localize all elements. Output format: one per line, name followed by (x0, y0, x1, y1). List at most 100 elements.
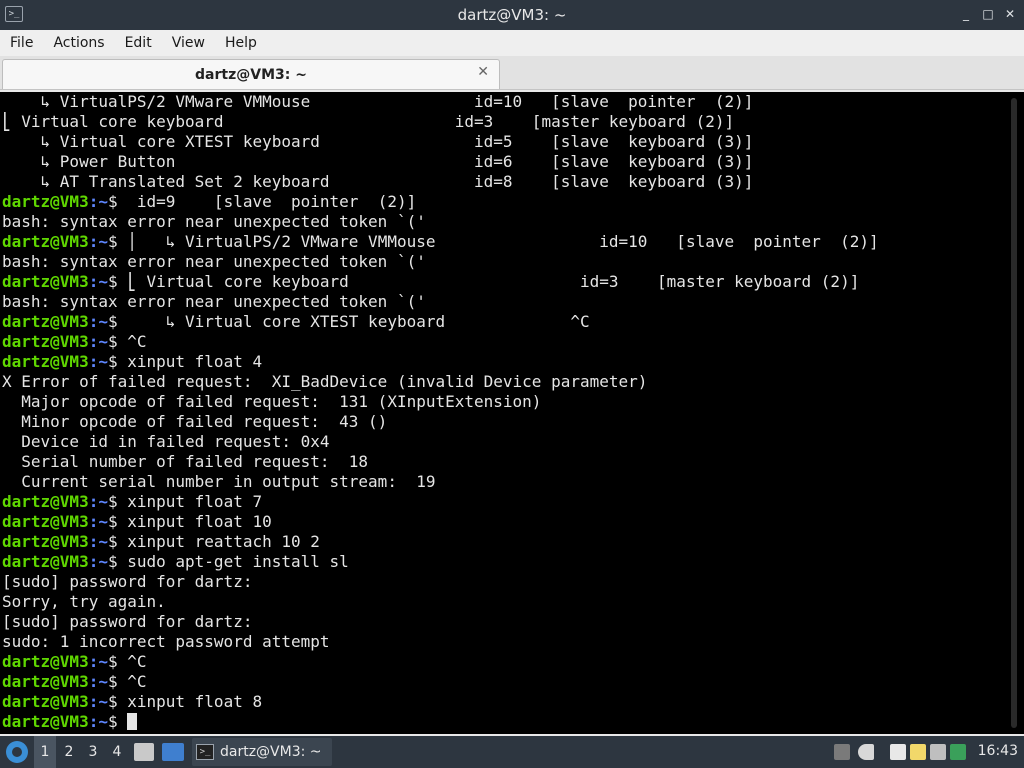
line-text: ↳ VirtualPS/2 VMware VMMouse id=10 [slav… (2, 92, 754, 111)
terminal-output-line: Minor opcode of failed request: 43 () (2, 412, 1000, 432)
line-text: $ (107, 712, 128, 731)
line-text: $ ⎣ Virtual core keyboard id=3 [master k… (107, 272, 860, 291)
update-icon[interactable] (950, 744, 966, 760)
prompt-path: :~ (88, 332, 108, 351)
window-titlebar[interactable]: >_ dartz@VM3: ~ _ □ ✕ (0, 0, 1024, 30)
terminal-output-line: ↳ Power Button id=6 [slave keyboard (3)] (2, 152, 1000, 172)
taskbar-terminal-button[interactable]: >_ dartz@VM3: ~ (192, 738, 332, 766)
line-text: $ xinput float 4 (107, 352, 263, 371)
notes-icon[interactable] (910, 744, 926, 760)
prompt-user: dartz@VM3 (2, 512, 89, 531)
terminal-prompt-line: dartz@VM3:~$ ^C (2, 672, 1000, 692)
prompt-path: :~ (88, 712, 108, 731)
menu-edit[interactable]: Edit (115, 35, 162, 51)
prompt-user: dartz@VM3 (2, 492, 89, 511)
workspace-2-button[interactable]: 2 (58, 736, 80, 768)
prompt-user: dartz@VM3 (2, 712, 89, 731)
prompt-user: dartz@VM3 (2, 352, 89, 371)
system-tray: 16:43 (824, 736, 1024, 768)
line-text: Minor opcode of failed request: 43 () (2, 412, 388, 431)
prompt-path: :~ (88, 492, 108, 511)
prompt-path: :~ (88, 552, 108, 571)
window-title: dartz@VM3: ~ (457, 6, 567, 24)
line-text: $ xinput float 8 (107, 692, 263, 711)
clipboard-icon[interactable] (890, 744, 906, 760)
terminal-prompt-line: dartz@VM3:~$ xinput reattach 10 2 (2, 532, 1000, 552)
media-player-icon[interactable] (834, 744, 850, 760)
close-button[interactable]: ✕ (1002, 7, 1018, 21)
terminal-prompt-line: dartz@VM3:~$ xinput float 10 (2, 512, 1000, 532)
terminal-output-line: [sudo] password for dartz: (2, 612, 1000, 632)
taskbar: 1 2 3 4 >_ dartz@VM3: ~ 16:43 (0, 736, 1024, 768)
terminal-scrollbar[interactable] (1002, 92, 1024, 734)
line-text: $ ^C (107, 672, 147, 691)
prompt-path: :~ (88, 232, 108, 251)
workspace-1-button[interactable]: 1 (34, 736, 56, 768)
terminal-prompt-line: dartz@VM3:~$ │ ↳ VirtualPS/2 VMware VMMo… (2, 232, 1000, 252)
line-text: sudo: 1 incorrect password attempt (2, 632, 330, 651)
line-text: Sorry, try again. (2, 592, 166, 611)
terminal-output-line: ↳ AT Translated Set 2 keyboard id=8 [sla… (2, 172, 1000, 192)
terminal-output[interactable]: ↳ VirtualPS/2 VMware VMMouse id=10 [slav… (0, 92, 1024, 734)
menu-view[interactable]: View (162, 35, 215, 51)
terminal-output-line: sudo: 1 incorrect password attempt (2, 632, 1000, 652)
line-text: $ xinput float 7 (107, 492, 263, 511)
line-text: $ ↳ Virtual core XTEST keyboard ^C (107, 312, 590, 331)
line-text: bash: syntax error near unexpected token… (2, 252, 426, 271)
scrollbar-thumb[interactable] (1011, 98, 1017, 728)
menu-help[interactable]: Help (215, 35, 267, 51)
line-text: X Error of failed request: XI_BadDevice … (2, 372, 648, 391)
terminal-output-line: bash: syntax error near unexpected token… (2, 252, 1000, 272)
line-text: Current serial number in output stream: … (2, 472, 436, 491)
line-text: ↳ AT Translated Set 2 keyboard id=8 [sla… (2, 172, 754, 191)
prompt-user: dartz@VM3 (2, 272, 89, 291)
line-text: $ sudo apt-get install sl (107, 552, 349, 571)
terminal-prompt-line: dartz@VM3:~$ ^C (2, 332, 1000, 352)
clock: 16:43 (977, 743, 1018, 759)
menu-file[interactable]: File (0, 35, 43, 51)
prompt-user: dartz@VM3 (2, 232, 89, 251)
prompt-path: :~ (88, 672, 108, 691)
taskbar-task-label: dartz@VM3: ~ (220, 744, 322, 760)
terminal-output-line: Device id in failed request: 0x4 (2, 432, 1000, 452)
line-text: ↳ Power Button id=6 [slave keyboard (3)] (2, 152, 754, 171)
tab-label: dartz@VM3: ~ (195, 67, 307, 83)
prompt-path: :~ (88, 532, 108, 551)
start-menu-icon[interactable] (6, 741, 28, 763)
line-text: ⎣ Virtual core keyboard id=3 [master key… (2, 112, 735, 131)
terminal-prompt-line: dartz@VM3:~$ ↳ Virtual core XTEST keyboa… (2, 312, 1000, 332)
terminal-lines: ↳ VirtualPS/2 VMware VMMouse id=10 [slav… (2, 92, 1000, 732)
prompt-user: dartz@VM3 (2, 192, 89, 211)
tab-close-icon[interactable]: ✕ (477, 64, 489, 80)
menubar: File Actions Edit View Help (0, 30, 1024, 56)
line-text: $ xinput reattach 10 2 (107, 532, 320, 551)
maximize-button[interactable]: □ (980, 7, 996, 21)
minimize-button[interactable]: _ (958, 7, 974, 21)
terminal-prompt-line: dartz@VM3:~$ id=9 [slave pointer (2)] (2, 192, 1000, 212)
volume-icon[interactable] (858, 744, 874, 760)
menu-actions[interactable]: Actions (43, 35, 114, 51)
workspace-4-button[interactable]: 4 (106, 736, 128, 768)
terminal-output-line: Serial number of failed request: 18 (2, 452, 1000, 472)
workspace-3-button[interactable]: 3 (82, 736, 104, 768)
line-text: Serial number of failed request: 18 (2, 452, 369, 471)
terminal-prompt-line: dartz@VM3:~$ (2, 712, 1000, 732)
tab-terminal[interactable]: dartz@VM3: ~ ✕ (2, 59, 500, 89)
line-text: $ ^C (107, 332, 147, 351)
network-icon[interactable] (930, 744, 946, 760)
prompt-path: :~ (88, 652, 108, 671)
prompt-user: dartz@VM3 (2, 652, 89, 671)
line-text: [sudo] password for dartz: (2, 612, 253, 631)
line-text: ↳ Virtual core XTEST keyboard id=5 [slav… (2, 132, 754, 151)
prompt-user: dartz@VM3 (2, 532, 89, 551)
line-text: bash: syntax error near unexpected token… (2, 292, 426, 311)
file-manager-icon[interactable] (134, 743, 154, 761)
tab-bar: dartz@VM3: ~ ✕ (0, 56, 1024, 90)
line-text: Device id in failed request: 0x4 (2, 432, 330, 451)
terminal-prompt-line: dartz@VM3:~$ xinput float 4 (2, 352, 1000, 372)
prompt-user: dartz@VM3 (2, 672, 89, 691)
show-desktop-icon[interactable] (162, 743, 184, 761)
text-cursor (127, 713, 138, 730)
line-text: bash: syntax error near unexpected token… (2, 212, 426, 231)
prompt-path: :~ (88, 272, 108, 291)
